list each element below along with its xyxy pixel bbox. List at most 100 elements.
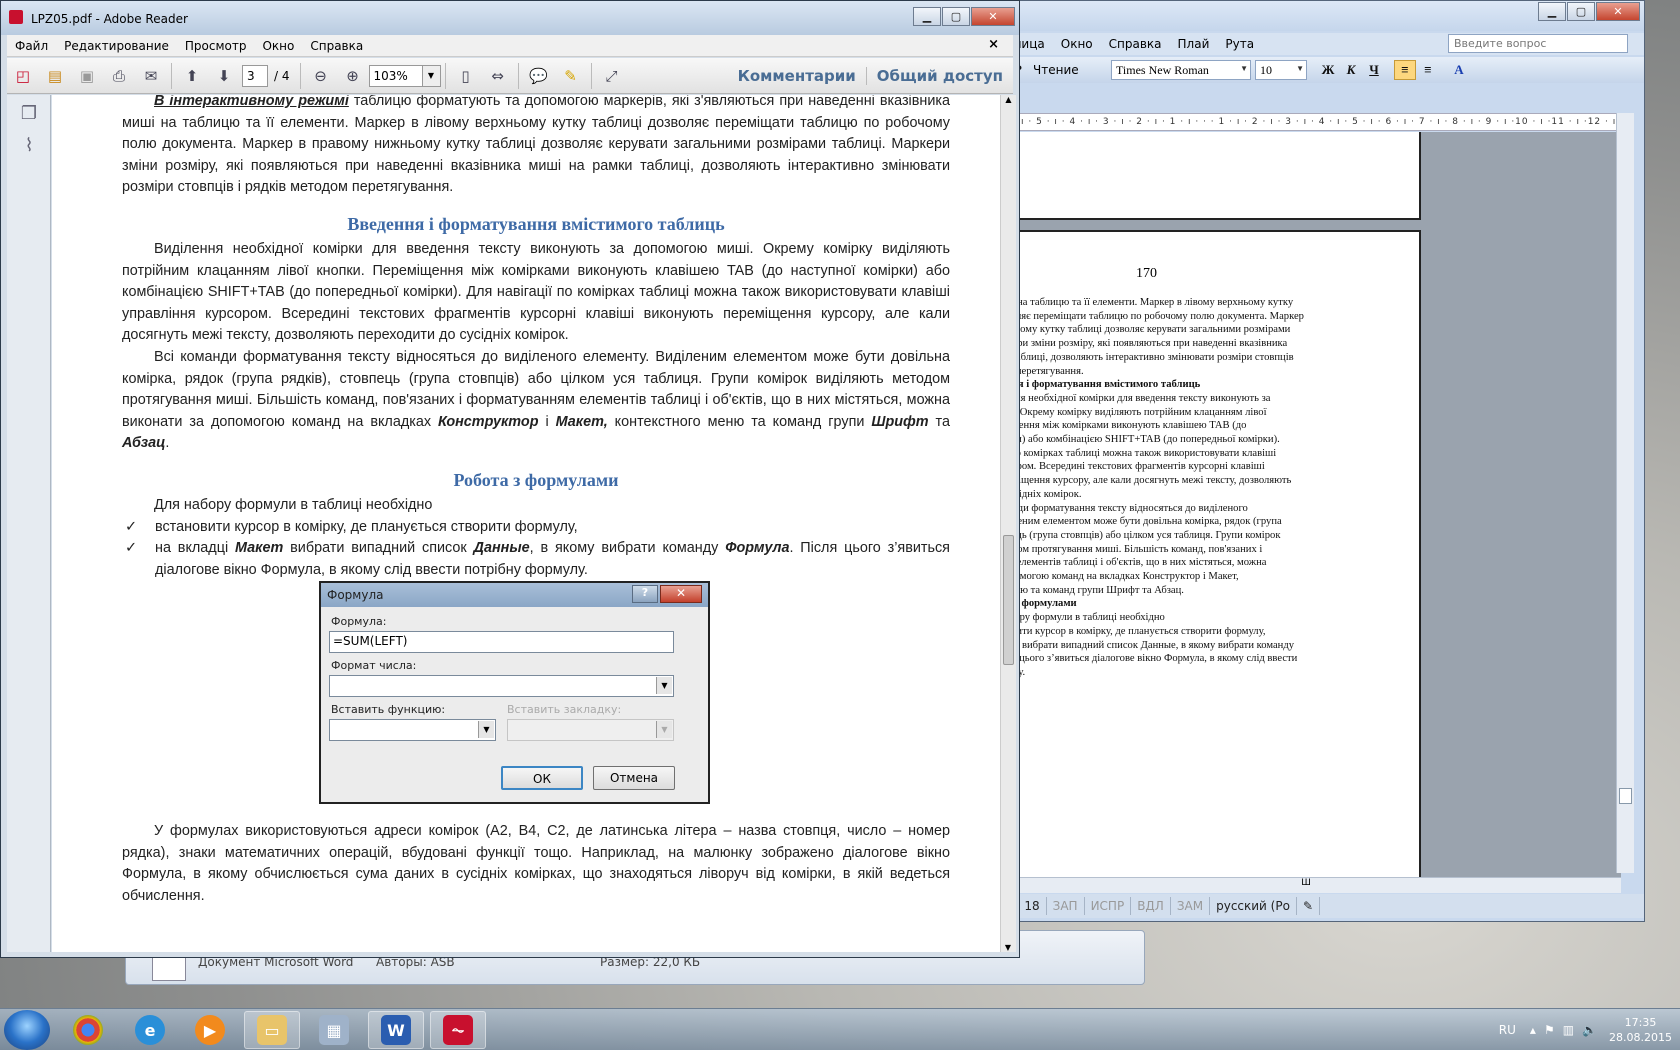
start-button[interactable] xyxy=(4,1010,50,1050)
zoom-in-icon[interactable]: ⊕ xyxy=(340,63,366,89)
status-ext[interactable]: ВДЛ xyxy=(1131,897,1171,915)
word-vertical-scrollbar[interactable] xyxy=(1616,113,1634,873)
maximize-icon[interactable]: ▢ xyxy=(1567,2,1595,21)
open-icon[interactable]: ▤ xyxy=(42,63,68,89)
font-size-select[interactable]: 10 ▼ xyxy=(1255,60,1307,80)
ask-question-input[interactable]: Введите вопрос xyxy=(1448,34,1628,53)
menu-plai[interactable]: Плай xyxy=(1170,37,1218,51)
menu-view[interactable]: Просмотр xyxy=(177,39,255,53)
paragraph-text: та xyxy=(928,413,950,430)
save-icon[interactable]: ▣ xyxy=(74,63,100,89)
list-item-text: на вкладці xyxy=(155,540,236,557)
menu-help[interactable]: Справка xyxy=(302,39,371,53)
align-left-icon[interactable]: ≡ xyxy=(1394,60,1416,80)
word-text-line: а допомогою команд на вкладках Конструкт… xyxy=(991,571,1239,583)
term-data: Данные xyxy=(473,540,530,557)
email-icon[interactable]: ✉ xyxy=(138,63,164,89)
word-window[interactable]: ▁ ▢ ✕ аблица Окно Справка Плай Рута Введ… xyxy=(990,0,1645,922)
taskbar-ie[interactable]: e xyxy=(122,1011,178,1049)
fit-page-icon[interactable]: ▯ xyxy=(453,63,479,89)
chevron-down-icon: ▼ xyxy=(1240,64,1248,73)
highlight-icon[interactable]: ✎ xyxy=(558,63,584,89)
reader-vertical-scrollbar[interactable]: ▲ ▼ xyxy=(1000,95,1016,952)
reader-titlebar[interactable]: LPZ05.pdf - Adobe Reader ▁ ▢ ✕ xyxy=(1,1,1019,35)
font-name-select[interactable]: Times New Roman ▼ xyxy=(1111,60,1251,80)
menu-window[interactable]: Окно xyxy=(254,39,302,53)
comment-icon[interactable]: 💬 xyxy=(526,63,552,89)
taskbar-calculator[interactable]: ▦ xyxy=(306,1011,362,1049)
spelling-icon[interactable]: ✎ xyxy=(1297,897,1320,915)
menu-file[interactable]: Файл xyxy=(7,39,56,53)
status-trk[interactable]: ИСПР xyxy=(1085,897,1132,915)
create-pdf-icon[interactable]: ◰ xyxy=(10,63,36,89)
pdf-viewer[interactable]: В інтерактивному режимі таблицю форматую… xyxy=(52,95,1000,952)
close-icon[interactable]: ✕ xyxy=(1596,2,1640,21)
bold-icon[interactable]: Ж xyxy=(1317,60,1339,80)
minimize-icon[interactable]: ▁ xyxy=(913,7,941,26)
chevron-down-icon[interactable]: ▼ xyxy=(422,64,441,87)
scroll-thumb[interactable] xyxy=(1003,535,1014,665)
word-page-current[interactable]: 170 миші на таблицю та її елементи. Марк… xyxy=(991,230,1421,877)
font-name-value: Times New Roman xyxy=(1116,63,1209,77)
menu-edit[interactable]: Редактирование xyxy=(56,39,177,53)
attachment-icon[interactable]: ⌇ xyxy=(17,135,41,159)
taskbar-word[interactable]: W xyxy=(368,1011,424,1049)
word-text-line: команди форматування тексту відносяться … xyxy=(991,502,1248,514)
minimize-icon[interactable]: ▁ xyxy=(1538,2,1566,21)
maximize-icon[interactable]: ▢ xyxy=(942,7,970,26)
zoom-input[interactable]: 103% xyxy=(368,64,423,87)
language-indicator[interactable]: RU xyxy=(1499,1023,1516,1037)
paragraph-interactive-mode: В інтерактивному режимі таблицю форматую… xyxy=(122,95,950,199)
word-document-area[interactable]: 170 миші на таблицю та її елементи. Марк… xyxy=(991,132,1621,877)
close-icon[interactable]: ✕ xyxy=(971,7,1015,26)
term-formula: Формула xyxy=(725,540,790,557)
paragraph-text: . xyxy=(165,435,170,452)
underline-icon[interactable]: Ч xyxy=(1363,60,1385,80)
flag-icon[interactable]: ⚑ xyxy=(1544,1023,1555,1037)
taskbar-chrome[interactable] xyxy=(60,1011,116,1049)
page-number-input[interactable]: 3 xyxy=(242,64,268,87)
scroll-up-icon[interactable]: ▲ xyxy=(1001,95,1016,104)
align-center-icon[interactable]: ≡ xyxy=(1417,60,1439,80)
font-color-icon[interactable]: A xyxy=(1448,60,1470,80)
network-icon[interactable]: ▥ xyxy=(1563,1023,1574,1037)
word-formatting-toolbar: ▦ ? Чтение Times New Roman▼ 10▼ Ж К Ч ≡ … xyxy=(991,57,1644,83)
scroll-thumb[interactable] xyxy=(1619,788,1632,804)
adobe-reader-window[interactable]: LPZ05.pdf - Adobe Reader ▁ ▢ ✕ Файл Реда… xyxy=(0,0,1020,958)
clock-time: 17:35 xyxy=(1624,1016,1657,1029)
italic-icon[interactable]: К xyxy=(1340,60,1362,80)
word-titlebar[interactable]: ▁ ▢ ✕ xyxy=(991,1,1644,31)
insert-bookmark-label: Вставить закладку: xyxy=(507,703,622,716)
word-text-line: миші. Окрему комірку виділяють потрійним… xyxy=(991,406,1267,418)
menu-ruta[interactable]: Рута xyxy=(1217,37,1262,51)
word-text-line: дозволяє переміщати таблицю по робочому … xyxy=(991,310,1304,322)
status-ovr[interactable]: ЗАМ xyxy=(1171,897,1211,915)
zoom-out-icon[interactable]: ⊖ xyxy=(308,63,334,89)
fit-width-icon[interactable]: ⇔ xyxy=(485,63,511,89)
menu-window[interactable]: Окно xyxy=(1053,37,1101,51)
menu-help[interactable]: Справка xyxy=(1101,37,1170,51)
prev-page-icon[interactable]: ⬆ xyxy=(179,63,205,89)
taskbar-media-player[interactable]: ▶ xyxy=(182,1011,238,1049)
horizontal-ruler[interactable]: · 6 · ı · 5 · ı · 4 · ı · 3 · ı · 2 · ı … xyxy=(991,113,1621,131)
volume-icon[interactable]: 🔈 xyxy=(1582,1023,1597,1037)
scroll-down-icon[interactable]: ▼ xyxy=(1001,943,1015,952)
system-tray: RU ▴ ⚑ ▥ 🔈 17:35 28.08.2015 xyxy=(1499,1012,1672,1048)
status-rec[interactable]: ЗАП xyxy=(1047,897,1085,915)
term-interactive-mode: В інтерактивному режимі xyxy=(154,95,349,109)
status-language[interactable]: русский (Ро xyxy=(1210,897,1297,915)
expand-icon[interactable]: ⤢ xyxy=(599,63,625,89)
share-pane-button[interactable]: Общий доступ xyxy=(865,66,1013,85)
taskbar-adobe-reader[interactable]: ⏦ xyxy=(430,1011,486,1049)
clock[interactable]: 17:35 28.08.2015 xyxy=(1609,1015,1672,1045)
pages-icon[interactable]: ❐ xyxy=(17,103,41,127)
taskbar-explorer[interactable]: ▭ xyxy=(244,1011,300,1049)
print-icon[interactable]: ⎙ xyxy=(106,63,132,89)
word-horizontal-scrollbar[interactable]: Ш xyxy=(991,877,1621,893)
show-hidden-icons-icon[interactable]: ▴ xyxy=(1530,1023,1536,1037)
close-document-icon[interactable]: × xyxy=(980,37,1007,52)
word-text-line: переміщення курсору, але кали досягнуть … xyxy=(991,475,1292,487)
next-page-icon[interactable]: ⬇ xyxy=(211,63,237,89)
comments-pane-button[interactable]: Комментарии xyxy=(728,67,866,85)
reading-mode-button[interactable]: Чтение xyxy=(1029,63,1089,77)
